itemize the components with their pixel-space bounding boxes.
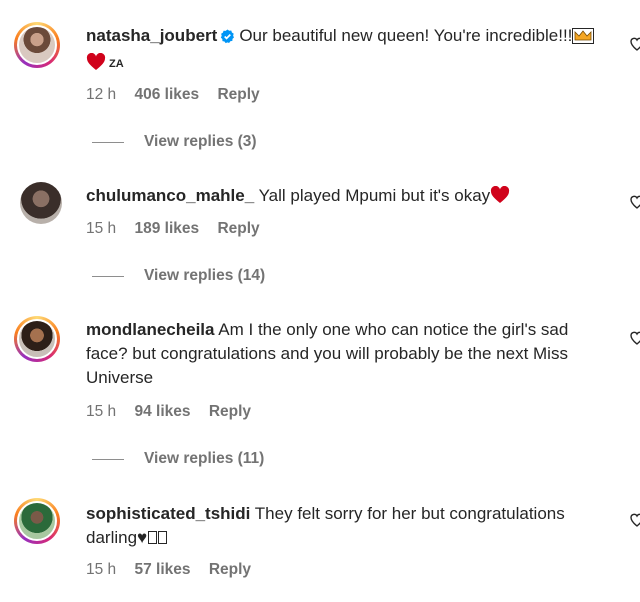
divider-line xyxy=(92,458,124,460)
comment-likes[interactable]: 57 likes xyxy=(134,561,190,578)
reply-button[interactable]: Reply xyxy=(217,220,259,237)
comment-meta: 15 h 189 likes Reply xyxy=(86,220,274,238)
reply-button[interactable]: Reply xyxy=(209,403,251,420)
red-heart-emoji-icon xyxy=(86,52,106,78)
red-heart-emoji-icon xyxy=(490,185,510,211)
view-replies-button[interactable]: View replies (11) xyxy=(92,450,264,468)
comment-meta: 12 h 406 likes Reply xyxy=(86,86,274,104)
like-heart-icon[interactable] xyxy=(630,330,640,346)
comment-likes[interactable]: 189 likes xyxy=(134,220,199,237)
comment-likes[interactable]: 94 likes xyxy=(134,403,190,420)
comment-username[interactable]: mondlanecheila xyxy=(86,320,214,339)
comment-text-block: chulumanco_mahle_ Yall played Mpumi but … xyxy=(86,184,614,211)
avatar[interactable] xyxy=(20,182,62,224)
reply-button[interactable]: Reply xyxy=(217,86,259,103)
comment-username[interactable]: chulumanco_mahle_ xyxy=(86,186,254,205)
missing-glyph-icon xyxy=(158,531,168,544)
divider-line xyxy=(92,141,124,143)
comment-text-block: natasha_joubert Our beautiful new queen! … xyxy=(86,24,614,78)
black-heart-emoji-icon: ♥ xyxy=(137,528,148,547)
comment-meta: 15 h 94 likes Reply xyxy=(86,403,265,421)
avatar[interactable] xyxy=(14,22,60,68)
divider-line xyxy=(92,275,124,277)
view-replies-button[interactable]: View replies (14) xyxy=(92,267,265,285)
comment-likes[interactable]: 406 likes xyxy=(134,86,199,103)
comment-body: Yall played Mpumi but it's okay xyxy=(258,186,491,205)
like-heart-icon[interactable] xyxy=(630,36,640,52)
verified-badge-icon xyxy=(220,27,235,51)
comment-username[interactable]: natasha_joubert xyxy=(86,26,217,45)
view-replies-label: View replies (11) xyxy=(144,450,265,467)
comment-time: 12 h xyxy=(86,86,117,103)
comment-username[interactable]: sophisticated_tshidi xyxy=(86,504,250,523)
view-replies-label: View replies (3) xyxy=(144,133,257,150)
reply-button[interactable]: Reply xyxy=(209,561,251,578)
comment-text-block: mondlanecheila Am I the only one who can… xyxy=(86,318,614,390)
flag-za-label: ZA xyxy=(109,58,124,70)
view-replies-label: View replies (14) xyxy=(144,267,266,284)
crown-emoji-icon xyxy=(572,27,595,51)
avatar[interactable] xyxy=(14,498,60,544)
like-heart-icon[interactable] xyxy=(630,512,640,528)
avatar[interactable] xyxy=(14,316,60,362)
comment-body: Our beautiful new queen! You're incredib… xyxy=(239,26,573,45)
comment-meta: 15 h 57 likes Reply xyxy=(86,561,265,579)
comment-text-block: sophisticated_tshidi They felt sorry for… xyxy=(86,502,614,550)
view-replies-button[interactable]: View replies (3) xyxy=(92,133,257,151)
comment-time: 15 h xyxy=(86,561,117,578)
like-heart-icon[interactable] xyxy=(630,194,640,210)
missing-glyph-icon xyxy=(148,531,158,544)
comment-time: 15 h xyxy=(86,403,117,420)
comment-time: 15 h xyxy=(86,220,117,237)
